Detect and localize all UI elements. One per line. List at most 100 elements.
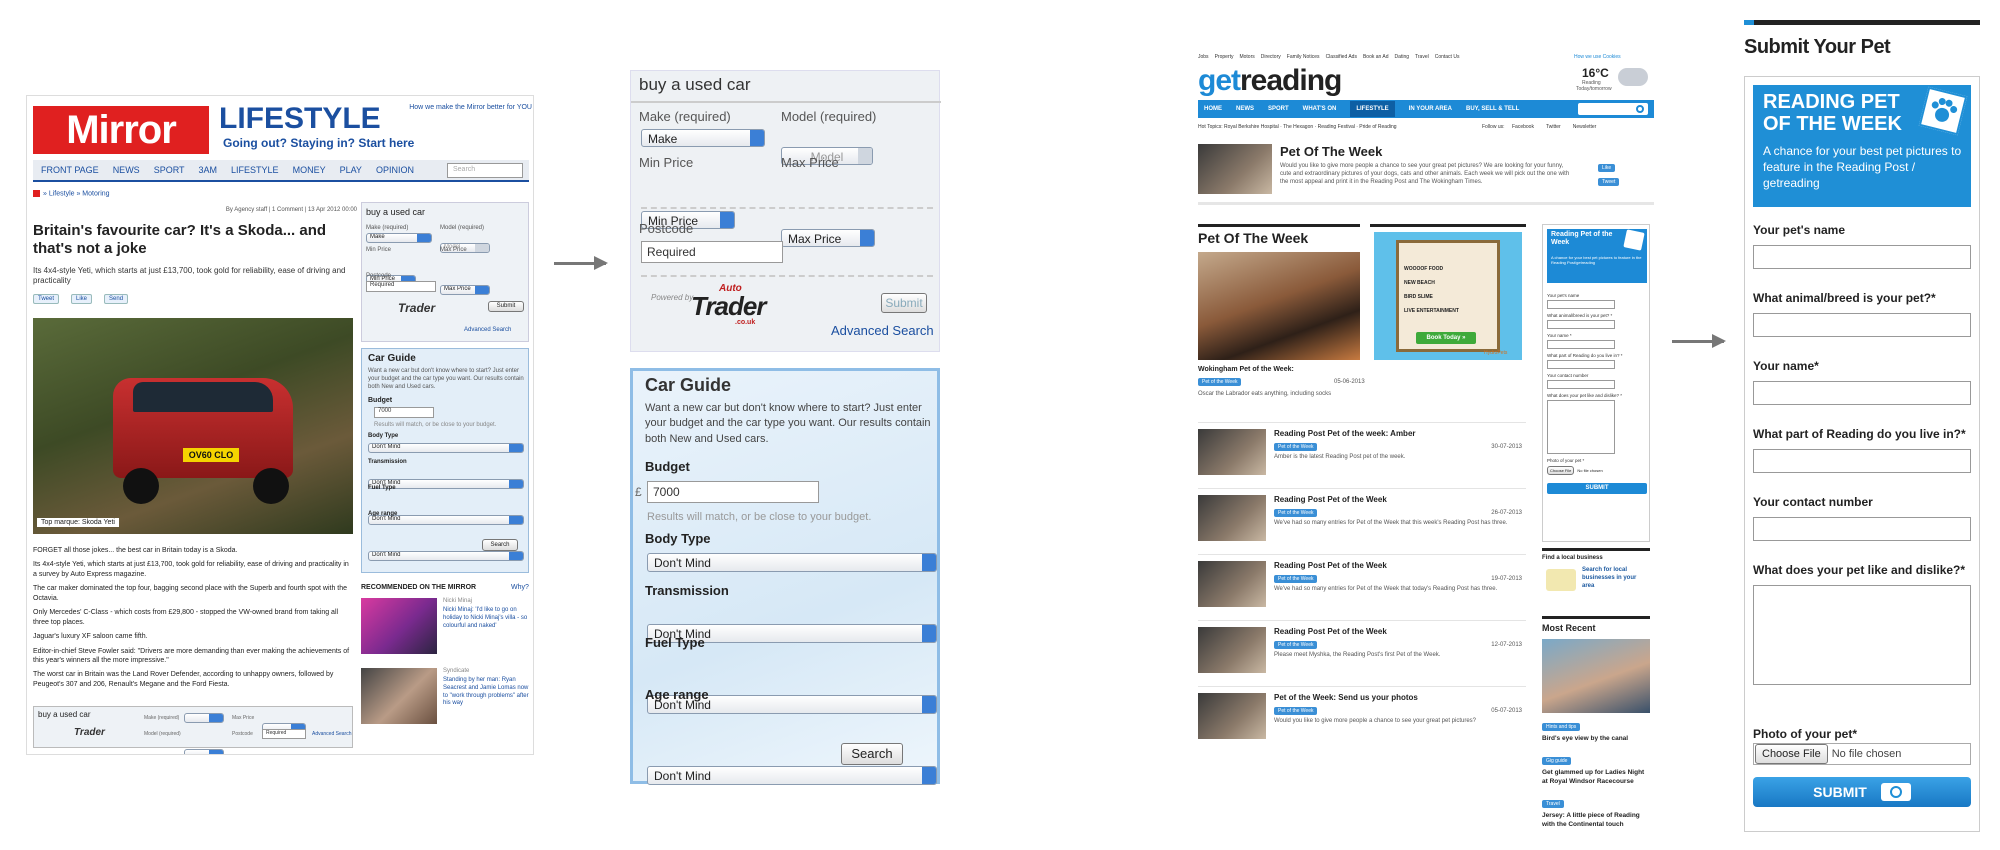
make-select[interactable]: Make	[366, 233, 432, 243]
nav-item[interactable]: LIFESTYLE	[231, 165, 279, 175]
most-recent-image[interactable]	[1542, 639, 1650, 713]
section-title[interactable]: LIFESTYLE	[219, 102, 381, 136]
top-link[interactable]: Family Notices	[1287, 54, 1320, 60]
postcode-input[interactable]: Required	[641, 241, 783, 263]
article-row[interactable]: Reading Post Pet of the Week Pet of the W…	[1198, 620, 1526, 686]
mirror-logo[interactable]: Mirror	[33, 106, 209, 154]
postcode-input[interactable]: Required	[366, 281, 436, 292]
nav-item[interactable]: SPORT	[1268, 106, 1289, 112]
form-field-input[interactable]	[1753, 313, 1971, 337]
category-tag[interactable]: Pet of the Week	[1274, 443, 1318, 451]
top-link[interactable]: Classified Ads	[1326, 54, 1357, 60]
postcode-input[interactable]: Required	[262, 729, 306, 739]
article-title[interactable]: Pet of the Week: Send us your photos	[1274, 693, 1418, 702]
nav-item[interactable]: NEWS	[1236, 106, 1254, 112]
like-button[interactable]: Like	[71, 294, 93, 304]
search-input[interactable]: Search	[447, 163, 523, 178]
recent-tag[interactable]: Gig guide	[1542, 757, 1572, 766]
advert-book-button[interactable]: Book Today »	[1416, 332, 1476, 344]
breadcrumb[interactable]: » Lifestyle » Motoring	[33, 190, 110, 197]
form-field-input[interactable]	[1753, 517, 1971, 541]
max-price-select[interactable]: Max Price	[781, 229, 875, 247]
body-type-select[interactable]: Don't Mind	[368, 443, 524, 453]
side-field-input[interactable]	[1547, 380, 1615, 389]
article-title[interactable]: Reading Post Pet of the Week	[1274, 495, 1387, 504]
choose-file-button[interactable]: Choose File	[1547, 466, 1575, 475]
find-local-link[interactable]: Search for local businesses in your area	[1582, 567, 1646, 590]
search-button[interactable]: Search	[841, 743, 903, 765]
search-button[interactable]: Search	[482, 539, 518, 551]
feature-caption[interactable]: Wokingham Pet of the Week:	[1198, 366, 1294, 373]
side-submit-button[interactable]: SUBMIT	[1547, 483, 1647, 494]
max-price-select[interactable]: Max Price	[440, 285, 490, 295]
nav-item[interactable]: FRONT PAGE	[41, 165, 99, 175]
age-range-select[interactable]: Don't Mind	[368, 551, 524, 561]
submit-button[interactable]: Submit	[488, 301, 524, 312]
side-field-input[interactable]	[1547, 400, 1615, 454]
feature-image[interactable]	[1198, 252, 1360, 360]
recent-title[interactable]: Bird's eye view by the canal	[1542, 735, 1650, 743]
form-field-input[interactable]	[1753, 381, 1971, 405]
choose-file-button[interactable]: Choose File	[1755, 744, 1828, 764]
top-link[interactable]: Book an Ad	[1363, 54, 1389, 60]
nav-item[interactable]: HOME	[1204, 106, 1222, 112]
side-field-input[interactable]	[1547, 360, 1615, 369]
submit-button[interactable]: Submit	[881, 293, 927, 313]
form-field-input[interactable]	[1753, 449, 1971, 473]
tweet-button[interactable]: Tweet	[33, 294, 60, 304]
top-link[interactable]: Jobs	[1198, 54, 1209, 60]
like-button[interactable]: Like	[1598, 164, 1616, 172]
follow-link[interactable]: Facebook	[1512, 124, 1534, 130]
likes-textarea[interactable]	[1753, 585, 1971, 685]
nav-item[interactable]: LIFESTYLE	[1350, 101, 1395, 117]
top-link[interactable]: Motors	[1239, 54, 1254, 60]
submit-button[interactable]: SUBMIT	[1753, 777, 1971, 807]
nav-item[interactable]: WHAT'S ON	[1303, 106, 1337, 112]
body-type-select[interactable]: Don't Mind	[647, 553, 937, 572]
age-range-select[interactable]: Don't Mind	[647, 766, 937, 785]
recent-title[interactable]: Get glammed up for Ladies Night at Royal…	[1542, 769, 1650, 786]
category-tag[interactable]: Pet of the Week	[1274, 707, 1318, 715]
make-select[interactable]: Make	[641, 129, 765, 147]
advert[interactable]: WOOOOF FOOD NEW BEACH BIRD SLIME LIVE ENTER…	[1374, 232, 1522, 360]
side-field-input[interactable]	[1547, 300, 1615, 309]
why-link[interactable]: Why?	[511, 584, 529, 591]
nav-item[interactable]: MONEY	[293, 165, 326, 175]
side-photo-upload[interactable]: Choose File No file chosen	[1547, 466, 1647, 475]
search-icon[interactable]	[1636, 105, 1644, 113]
form-field-input[interactable]	[1753, 245, 1971, 269]
recommended-item[interactable]: Nicki Minaj Nicki Minaj: 'I'd like to go…	[361, 598, 529, 660]
follow-link[interactable]: Newsletter	[1573, 124, 1597, 130]
nav-item[interactable]: NEWS	[113, 165, 140, 175]
article-row[interactable]: Pet of the Week: Send us your photos Pet …	[1198, 686, 1526, 752]
article-title[interactable]: Reading Post Pet of the Week	[1274, 561, 1387, 570]
side-field-input[interactable]	[1547, 320, 1615, 329]
top-link[interactable]: Property	[1215, 54, 1234, 60]
nav-item[interactable]: PLAY	[340, 165, 362, 175]
recent-tag[interactable]: Hints and tips	[1542, 723, 1581, 731]
category-tag[interactable]: Pet of the Week	[1198, 378, 1242, 386]
article-row[interactable]: Reading Post Pet of the Week Pet of the W…	[1198, 488, 1526, 554]
side-field-input[interactable]	[1547, 340, 1615, 349]
category-tag[interactable]: Pet of the Week	[1274, 641, 1318, 649]
top-link[interactable]: Directory	[1261, 54, 1281, 60]
send-button[interactable]: Send	[104, 294, 129, 304]
article-title[interactable]: Reading Post Pet of the Week	[1274, 627, 1387, 636]
nav-item[interactable]: IN YOUR AREA	[1409, 106, 1452, 112]
nav-item[interactable]: SPORT	[154, 165, 185, 175]
budget-input[interactable]: 7000	[374, 407, 434, 418]
make-select[interactable]	[184, 713, 224, 723]
article-title[interactable]: Reading Post Pet of the week: Amber	[1274, 429, 1416, 438]
tweet-button[interactable]: Tweet	[1598, 178, 1620, 186]
advanced-search-link[interactable]: Advanced Search	[312, 731, 351, 737]
article-row[interactable]: Reading Post Pet of the Week Pet of the W…	[1198, 554, 1526, 620]
follow-link[interactable]: Twitter	[1546, 124, 1561, 130]
photo-upload[interactable]: Choose File No file chosen	[1753, 743, 1971, 765]
cookies-link[interactable]: How we use Cookies	[1574, 54, 1621, 60]
site-logo[interactable]: getreading	[1198, 64, 1342, 98]
nav-item[interactable]: BUY, SELL & TELL	[1466, 106, 1519, 112]
article-row[interactable]: Reading Post Pet of the week: Amber Pet o…	[1198, 422, 1526, 488]
recommended-item[interactable]: Syndicate Standing by her man: Ryan Seac…	[361, 668, 529, 734]
nav-item[interactable]: 3AM	[199, 165, 218, 175]
category-tag[interactable]: Pet of the Week	[1274, 509, 1318, 517]
